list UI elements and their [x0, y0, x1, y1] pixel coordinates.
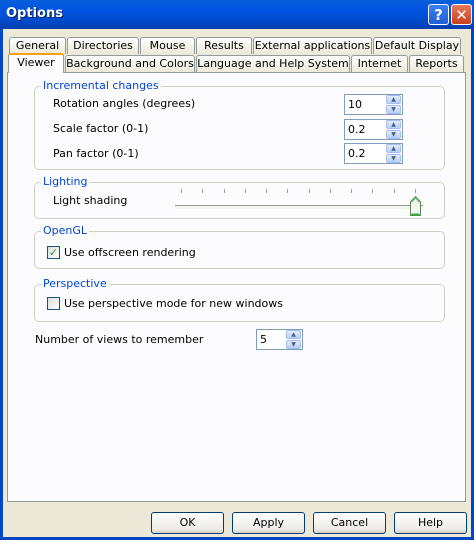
- perspective-legend: Perspective: [41, 277, 109, 290]
- views-up-arrow-icon[interactable]: ▲: [286, 330, 301, 339]
- views-down-arrow-icon[interactable]: ▼: [286, 340, 301, 349]
- tab-viewer[interactable]: Viewer: [8, 53, 64, 73]
- apply-button[interactable]: Apply: [232, 512, 305, 534]
- scale-stepper[interactable]: ▲ ▼: [344, 119, 403, 140]
- slider-tick: [372, 189, 374, 193]
- pan-up-arrow-icon[interactable]: ▲: [386, 144, 401, 153]
- light-shading-label: Light shading: [53, 194, 128, 207]
- tab-background-colors[interactable]: Background and Colors: [65, 55, 195, 72]
- help-button[interactable]: Help: [394, 512, 467, 534]
- cancel-button[interactable]: Cancel: [313, 512, 386, 534]
- slider-tick: [393, 189, 395, 193]
- perspective-mode-label[interactable]: Use perspective mode for new windows: [64, 297, 283, 310]
- slider-tick: [287, 189, 289, 193]
- tab-results[interactable]: Results: [196, 37, 252, 54]
- lighting-legend: Lighting: [41, 175, 90, 188]
- pan-label: Pan factor (0-1): [53, 147, 139, 160]
- slider-tick: [415, 189, 416, 193]
- pan-input[interactable]: [346, 145, 390, 162]
- tab-general[interactable]: General: [9, 37, 66, 54]
- views-stepper[interactable]: ▲ ▼: [256, 329, 303, 350]
- rotation-up-arrow-icon[interactable]: ▲: [386, 95, 401, 104]
- tab-default-display[interactable]: Default Display: [373, 37, 461, 54]
- incremental-changes-legend: Incremental changes: [41, 79, 161, 92]
- tab-mouse[interactable]: Mouse: [140, 37, 195, 54]
- light-shading-slider-track[interactable]: [175, 205, 423, 210]
- slider-tick: [351, 189, 353, 193]
- slider-tick: [202, 189, 204, 193]
- close-title-button[interactable]: ✕: [451, 4, 472, 25]
- perspective-mode-checkbox[interactable]: [47, 297, 60, 310]
- tab-directories[interactable]: Directories: [67, 37, 139, 54]
- light-shading-slider-thumb[interactable]: [410, 196, 421, 216]
- rotation-stepper[interactable]: ▲ ▼: [344, 94, 403, 115]
- slider-tick: [181, 189, 182, 193]
- scale-label: Scale factor (0-1): [53, 122, 149, 135]
- title-bar[interactable]: Options ? ✕: [0, 0, 474, 29]
- opengl-legend: OpenGL: [41, 224, 90, 237]
- rotation-label: Rotation angles (degrees): [53, 97, 196, 110]
- scale-down-arrow-icon[interactable]: ▼: [386, 130, 401, 139]
- ok-button[interactable]: OK: [151, 512, 224, 534]
- pan-stepper[interactable]: ▲ ▼: [344, 143, 403, 164]
- tab-reports[interactable]: Reports: [409, 55, 464, 72]
- window-title: Options: [6, 6, 63, 21]
- slider-tick: [244, 189, 246, 193]
- rotation-down-arrow-icon[interactable]: ▼: [386, 105, 401, 114]
- slider-tick: [329, 189, 331, 193]
- pan-down-arrow-icon[interactable]: ▼: [386, 154, 401, 163]
- tab-external-applications[interactable]: External applications: [253, 37, 372, 54]
- tab-internet[interactable]: Internet: [351, 55, 408, 72]
- slider-tick: [266, 189, 268, 193]
- help-title-button[interactable]: ?: [428, 4, 449, 25]
- offscreen-rendering-checkbox[interactable]: ✓: [47, 246, 60, 259]
- tab-language-help[interactable]: Language and Help System: [196, 55, 350, 72]
- views-to-remember-label: Number of views to remember: [35, 333, 204, 346]
- slider-tick: [223, 189, 225, 193]
- scale-up-arrow-icon[interactable]: ▲: [386, 120, 401, 129]
- rotation-input[interactable]: [346, 96, 390, 113]
- slider-tick: [308, 189, 310, 193]
- scale-input[interactable]: [346, 121, 390, 138]
- offscreen-rendering-label[interactable]: Use offscreen rendering: [64, 246, 196, 259]
